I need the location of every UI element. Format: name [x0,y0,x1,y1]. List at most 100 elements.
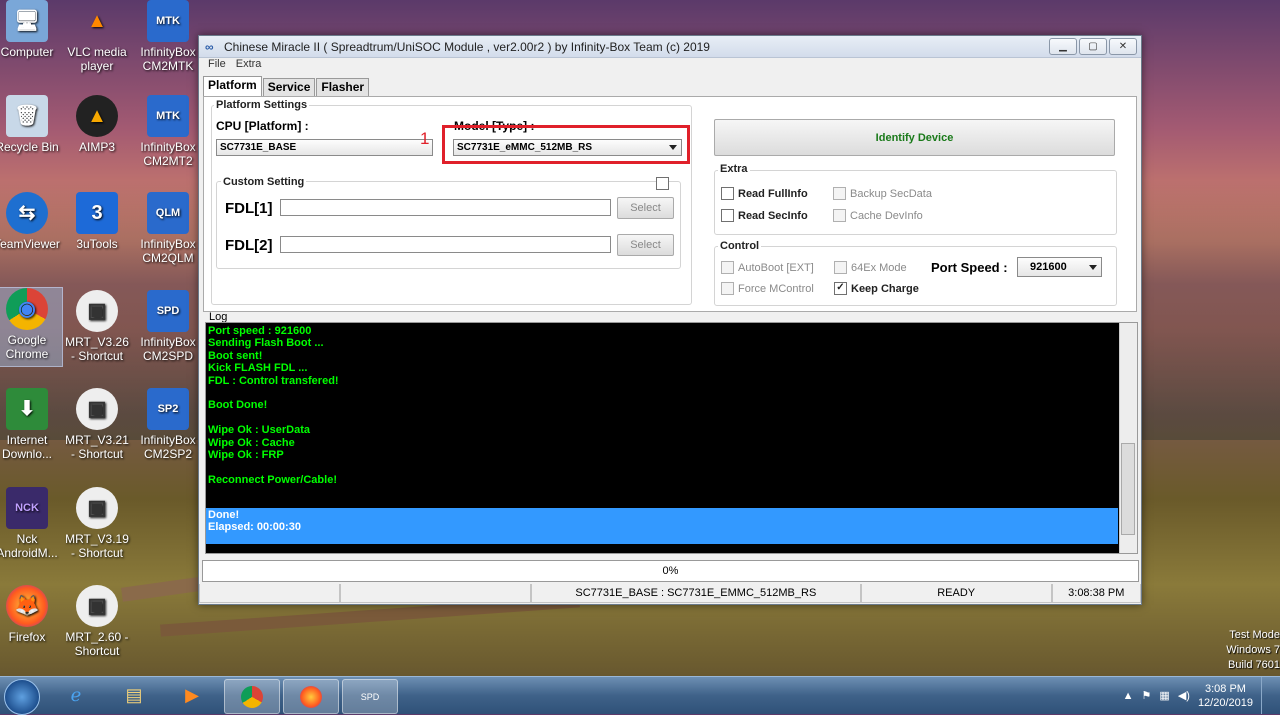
custom-setting-checkbox[interactable] [656,177,673,190]
progress-bar: 0% [202,560,1139,582]
teamviewer-icon: ⇆ [6,192,48,234]
port-speed-select[interactable]: 921600 [1017,257,1102,277]
desktop-icon-label: Internet Downlo... [1,433,53,461]
firefox-icon [300,685,322,708]
watermark-line: Windows 7 [1226,644,1280,656]
log-output[interactable]: Port speed : 921600 Sending Flash Boot .… [205,322,1138,554]
action-center-flag-icon[interactable]: ⚑ [1142,689,1152,702]
status-empty-cell [199,584,341,603]
keep-charge-checkbox[interactable]: ✓ Keep Charge [834,282,919,295]
volume-icon[interactable]: ◀) [1178,689,1190,702]
title-bar[interactable]: ∞ Chinese Miracle II ( Spreadtrum/UniSOC… [199,36,1141,58]
tab-flasher[interactable]: Flasher [316,78,370,96]
tab-service[interactable]: Service [262,78,316,96]
clock-time: 3:08 PM [1204,682,1246,695]
checkbox-box [834,261,847,274]
taskbar-media-player[interactable]: ▶ [165,679,219,712]
desktop-icon-label: InfinityBox CM2MT2 [140,140,196,168]
progress-text: 0% [662,565,679,577]
mrt-shortcut-icon: ▣ [76,388,118,430]
computer-icon: 🖥 [6,0,48,42]
desktop-icon-mrt-321[interactable]: ▣ MRT_V3.21 - Shortcut [62,388,132,461]
internet-explorer-icon: ℯ [70,685,82,705]
fdl1-select-button[interactable]: Select [617,197,674,219]
system-tray: ▲ ⚑ ▦ ◀) 3:08 PM 12/20/2019 [1123,677,1280,714]
clock-date: 12/20/2019 [1197,696,1253,709]
checkbox-box [721,187,734,200]
desktop-icon-cm2sp2[interactable]: SP2 InfinityBox CM2SP2 [133,388,203,461]
fdl2-select-button[interactable]: Select [617,234,674,256]
desktop-icon-cm2mtk[interactable]: MTK InfinityBox CM2MTK [133,0,203,73]
checkbox-label: 64Ex Mode [851,261,907,274]
chevron-down-icon [1089,265,1097,270]
clock[interactable]: 3:08 PM 12/20/2019 [1198,682,1253,710]
scrollbar-thumb[interactable] [1121,443,1135,535]
checkbox-label: Cache DevInfo [850,209,923,222]
fdl2-path-input[interactable] [280,236,611,253]
checkmark-icon: ✓ [834,282,847,295]
desktop-icon-computer[interactable]: 🖥 Computer [0,0,62,59]
desktop-icon-cm2qlm[interactable]: QLM InfinityBox CM2QLM [133,192,203,265]
backup-secdata-checkbox[interactable]: Backup SecData [833,187,932,200]
taskbar-internet-explorer[interactable]: ℯ [49,679,103,712]
read-fullinfo-checkbox[interactable]: Read FullInfo [721,187,808,200]
desktop-icon-3utools[interactable]: 3 3uTools [62,192,132,251]
desktop-icon-nck[interactable]: NCK Nck AndroidM... [0,487,62,560]
desktop-icon-recycle-bin[interactable]: 🗑 Recycle Bin [0,95,62,154]
taskbar-firefox[interactable] [283,679,339,714]
start-button[interactable] [4,679,40,715]
minimize-button[interactable]: ▁ [1049,38,1077,55]
taskbar-infinitybox-cm2spd[interactable]: SPD [342,679,398,714]
checkbox-box [656,177,669,190]
taskbar-file-explorer[interactable]: ▤ [107,679,161,712]
desktop-icon-cm2mt2[interactable]: MTK InfinityBox CM2MT2 [133,95,203,168]
mrt-shortcut-icon: ▣ [76,585,118,627]
infinitybox-icon: SP2 [147,388,189,430]
desktop-icon-label: Computer [0,45,54,59]
close-button[interactable]: ✕ [1109,38,1137,55]
log-scrollbar[interactable] [1119,323,1137,553]
checkbox-box [833,209,846,222]
force-mcontrol-checkbox[interactable]: Force MControl [721,282,814,295]
control-label: Control [718,240,762,252]
network-icon[interactable]: ▦ [1159,689,1169,702]
64ex-mode-checkbox[interactable]: 64Ex Mode [834,261,907,274]
desktop-icon-aimp3[interactable]: ▲ AIMP3 [62,95,132,154]
desktop-icon-label: Nck AndroidM... [0,532,58,560]
tab-platform[interactable]: Platform [203,76,262,96]
show-hidden-icons-icon[interactable]: ▲ [1123,690,1134,702]
desktop-icon-cm2spd[interactable]: SPD InfinityBox CM2SPD [133,290,203,363]
cpu-platform-select[interactable]: SC7731E_BASE [216,139,433,156]
read-secinfo-checkbox[interactable]: Read SecInfo [721,209,808,222]
recycle-bin-icon: 🗑 [6,95,48,137]
desktop-icon-internet-download[interactable]: ⬇ Internet Downlo... [0,388,62,461]
maximize-button[interactable]: ▢ [1079,38,1107,55]
vlc-icon: ▲ [87,10,107,32]
desktop-icon-label: 3uTools [76,237,118,251]
media-player-icon: ▶ [185,685,199,705]
desktop-icon-mrt-326[interactable]: ▣ MRT_V3.26 - Shortcut [62,290,132,363]
desktop-icon-google-chrome[interactable]: ◉ Google Chrome [0,287,63,367]
desktop-icon-mrt-260[interactable]: ▣ MRT_2.60 - Shortcut [62,585,132,658]
log-line: Boot Done! [208,399,268,412]
autoboot-checkbox[interactable]: AutoBoot [EXT] [721,261,814,274]
desktop-icon-vlc[interactable]: ▲ VLC media player [62,0,132,73]
log-line: Done! [208,509,240,521]
menu-file[interactable]: File [208,58,226,72]
taskbar-google-chrome[interactable] [224,679,280,714]
desktop-icon-label: InfinityBox CM2QLM [140,237,196,265]
desktop-icon-mrt-319[interactable]: ▣ MRT_V3.19 - Shortcut [62,487,132,560]
show-desktop-button[interactable] [1261,677,1272,714]
test-mode-watermark: Test Mode Windows 7 Build 7601 [1226,628,1280,673]
desktop-icon-firefox[interactable]: 🦊 Firefox [0,585,62,644]
checkbox-box [721,261,734,274]
identify-device-button[interactable]: Identify Device [714,119,1115,156]
checkbox-label: AutoBoot [EXT] [738,261,814,274]
desktop-icon-teamviewer[interactable]: ⇆ TeamViewer [0,192,62,251]
fdl1-path-input[interactable] [280,199,611,216]
menu-extra[interactable]: Extra [236,58,262,72]
cache-devinfo-checkbox[interactable]: Cache DevInfo [833,209,923,222]
log-line: FDL : Control transfered! [208,374,339,387]
